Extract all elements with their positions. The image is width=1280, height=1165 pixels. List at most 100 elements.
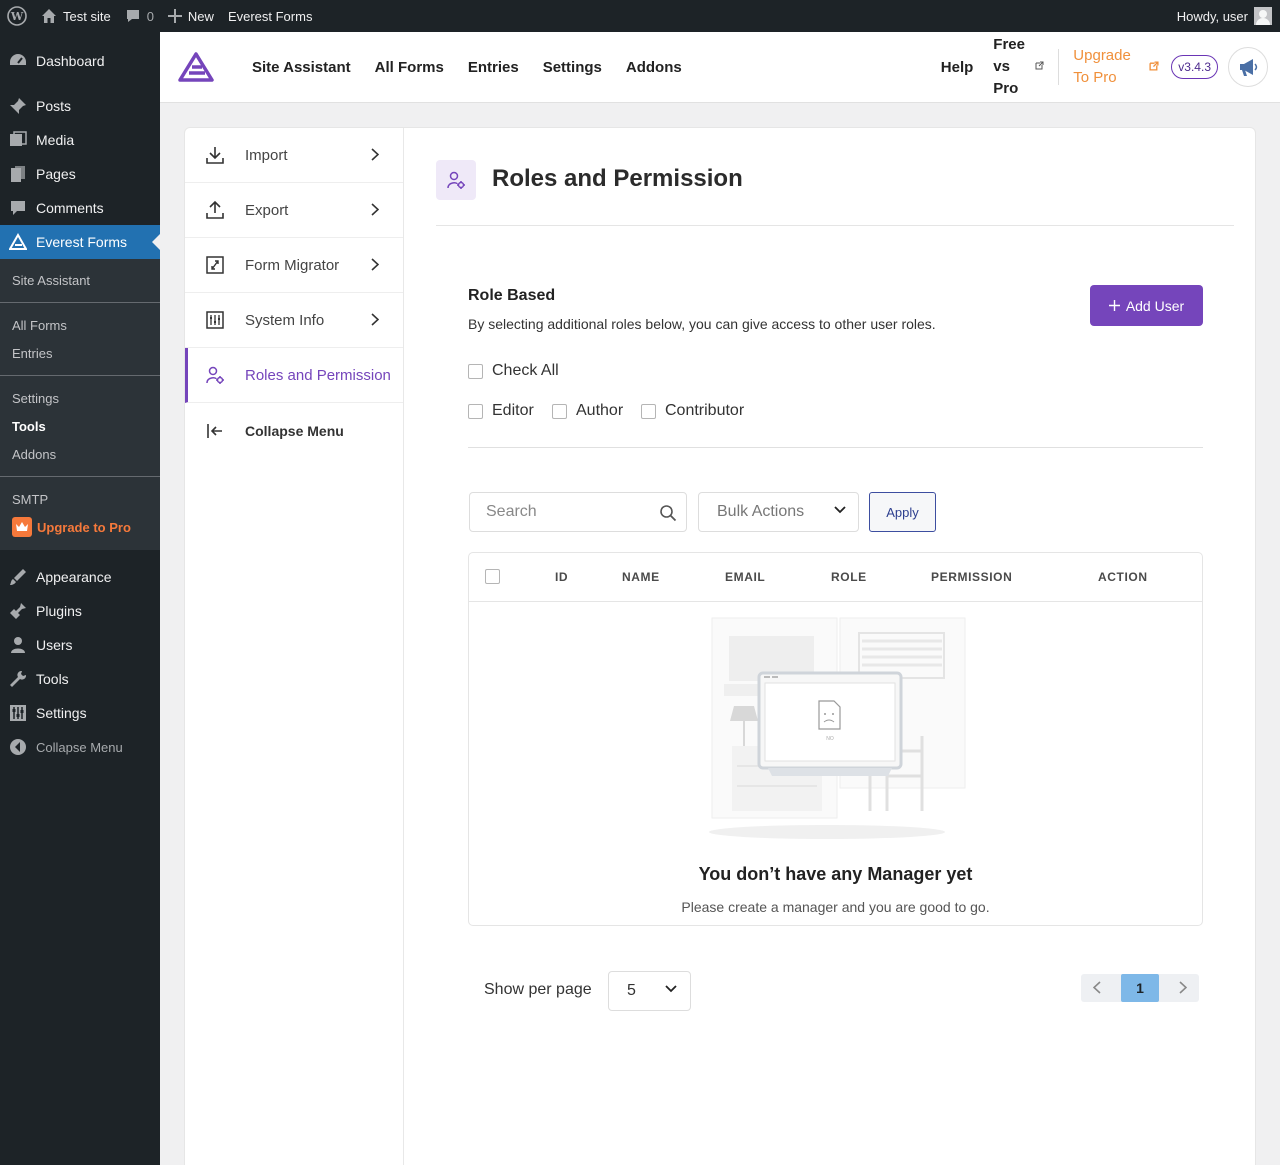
check-all-row: Check All	[468, 362, 559, 380]
tool-menu-collapse[interactable]: Collapse Menu	[185, 403, 403, 458]
chevron-right-icon	[371, 148, 379, 161]
sidebar-item-plugins[interactable]: Plugins	[0, 594, 160, 628]
everest-forms-logo[interactable]	[178, 52, 214, 82]
avatar[interactable]	[1254, 7, 1272, 25]
sidebar-label: Settings	[36, 705, 87, 721]
chevron-left-icon[interactable]	[1093, 981, 1101, 994]
sidebar-item-settings[interactable]: Settings	[0, 696, 160, 730]
sidebar-label: Appearance	[36, 569, 112, 585]
column-permission[interactable]: PERMISSION	[931, 570, 1012, 584]
nav-site-assistant[interactable]: Site Assistant	[252, 59, 351, 76]
role-author-checkbox[interactable]	[552, 403, 567, 419]
column-email[interactable]: EMAIL	[725, 570, 765, 584]
select-all-rows-checkbox[interactable]	[485, 569, 500, 584]
column-role[interactable]: ROLE	[831, 570, 867, 584]
sidebar-label: Collapse Menu	[36, 739, 123, 755]
tool-menu-roles-and-permission[interactable]: Roles and Permission	[185, 348, 403, 403]
pin-icon	[8, 96, 28, 116]
nav-settings[interactable]: Settings	[543, 59, 602, 76]
sidebar-collapse-menu[interactable]: Collapse Menu	[0, 730, 160, 764]
sidebar-item-users[interactable]: Users	[0, 628, 160, 662]
chevron-right-icon[interactable]	[1179, 981, 1187, 994]
plugin-label: Everest Forms	[227, 8, 313, 24]
search-placeholder: Search	[486, 503, 537, 520]
page-number-current[interactable]: 1	[1121, 974, 1159, 1002]
everest-forms-header: Site Assistant All Forms Entries Setting…	[160, 32, 1280, 103]
section-divider	[468, 447, 1203, 448]
plugins-icon	[8, 601, 28, 621]
submenu-addons[interactable]: Addons	[0, 440, 160, 468]
sidebar-item-posts[interactable]: Posts	[0, 89, 160, 123]
submenu-settings[interactable]: Settings	[0, 384, 160, 412]
tool-menu-export[interactable]: Export	[185, 183, 403, 238]
submenu-entries[interactable]: Entries	[0, 339, 160, 367]
column-name[interactable]: NAME	[622, 570, 660, 584]
check-all-checkbox[interactable]	[468, 363, 483, 379]
column-action: ACTION	[1098, 570, 1148, 584]
media-icon	[8, 130, 28, 150]
tool-menu-system-info[interactable]: System Info	[185, 293, 403, 348]
bulk-actions-select[interactable]: Bulk Actions	[698, 492, 859, 532]
sidebar-item-media[interactable]: Media	[0, 123, 160, 157]
submenu-smtp[interactable]: SMTP	[0, 485, 160, 513]
comments-icon	[8, 198, 28, 218]
howdy-user[interactable]: Howdy, user	[1177, 9, 1248, 24]
nav-addons[interactable]: Addons	[626, 59, 682, 76]
site-name-link[interactable]: Test site	[34, 0, 118, 32]
sidebar-item-appearance[interactable]: Appearance	[0, 560, 160, 594]
header-divider	[1058, 49, 1060, 85]
empty-state-title: You don’t have any Manager yet	[698, 864, 973, 884]
pagination: 1	[1081, 974, 1199, 1002]
sidebar-label: Dashboard	[36, 53, 105, 69]
sidebar-item-dashboard[interactable]: Dashboard	[0, 44, 160, 78]
submenu-tools[interactable]: Tools	[0, 412, 160, 440]
megaphone-icon[interactable]	[1228, 47, 1268, 87]
submenu-all-forms[interactable]: All Forms	[0, 311, 160, 339]
sidebar-item-everest-forms[interactable]: Everest Forms	[0, 225, 160, 259]
per-page-select[interactable]: 5	[608, 971, 691, 1011]
role-contributor-checkbox[interactable]	[641, 403, 656, 419]
tool-menu-import[interactable]: Import	[185, 128, 403, 183]
tool-menu-label: Export	[245, 201, 289, 219]
role-based-description: By selecting additional roles below, you…	[468, 316, 936, 332]
new-content-link[interactable]: New	[161, 0, 221, 32]
sidebar-item-tools[interactable]: Tools	[0, 662, 160, 696]
tool-menu-form-migrator[interactable]: Form Migrator	[185, 238, 403, 293]
role-editor-row: Editor	[468, 402, 534, 420]
settings-sliders-icon	[8, 703, 28, 723]
tool-menu-label: Form Migrator	[245, 256, 340, 274]
sidebar-label: Users	[36, 637, 73, 653]
everest-forms-icon	[8, 232, 28, 252]
download-icon	[205, 145, 225, 165]
per-page-label: Show per page	[484, 981, 592, 998]
nav-all-forms[interactable]: All Forms	[375, 59, 444, 76]
add-user-button[interactable]: Add User	[1090, 285, 1203, 326]
tools-card: Import Export Form Migrator System Info …	[184, 127, 1256, 1165]
upgrade-to-pro-link[interactable]: Upgrade To Pro	[1073, 45, 1139, 89]
submenu-divider	[0, 302, 160, 303]
free-vs-pro-link[interactable]: Free vs Pro	[993, 34, 1027, 100]
column-id[interactable]: ID	[555, 570, 568, 584]
wordpress-logo-icon[interactable]: W	[0, 0, 34, 32]
wrench-icon	[8, 669, 28, 689]
tools-side-menu: Import Export Form Migrator System Info …	[185, 128, 404, 1165]
sidebar-item-pages[interactable]: Pages	[0, 157, 160, 191]
role-editor-checkbox[interactable]	[468, 403, 483, 419]
apply-button[interactable]: Apply	[869, 492, 936, 532]
help-link[interactable]: Help	[941, 59, 974, 76]
submenu-site-assistant[interactable]: Site Assistant	[0, 266, 160, 294]
sidebar-item-comments[interactable]: Comments	[0, 191, 160, 225]
plus-icon	[1108, 300, 1120, 311]
submenu-upgrade-to-pro[interactable]: Upgrade to Pro	[0, 513, 160, 541]
crown-icon	[12, 517, 32, 537]
check-all-label: Check All	[492, 362, 559, 379]
everest-forms-link[interactable]: Everest Forms	[221, 0, 320, 32]
comments-link[interactable]: 0	[118, 0, 161, 32]
role-contributor-label: Contributor	[665, 402, 745, 419]
nav-entries[interactable]: Entries	[468, 59, 519, 76]
search-input[interactable]: Search	[469, 492, 687, 532]
migrate-icon	[205, 255, 225, 275]
role-author-label: Author	[576, 402, 624, 419]
admin-sidebar: Dashboard Posts Media Pages Comments Eve…	[0, 32, 160, 1165]
user-settings-icon	[205, 365, 225, 385]
